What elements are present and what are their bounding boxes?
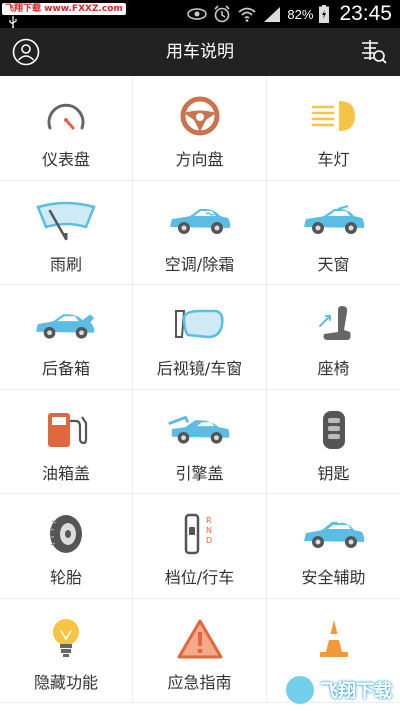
grid-item-label: 档位/行车 bbox=[164, 568, 235, 587]
steering-wheel-icon bbox=[168, 94, 232, 138]
svg-text:R: R bbox=[206, 516, 212, 525]
tire-icon bbox=[34, 512, 98, 556]
grid-item-dashboard[interactable]: 仪表盘 bbox=[0, 76, 133, 181]
fuel-pump-icon bbox=[34, 408, 98, 452]
grid-item-tire[interactable]: 轮胎 bbox=[0, 494, 133, 599]
grid-item-mirror[interactable]: 后视镜/车窗 bbox=[133, 285, 267, 390]
grid-item-trunk[interactable]: 后备箱 bbox=[0, 285, 133, 390]
watermark-bottom-text: 飞翔下载 bbox=[320, 681, 392, 702]
seat-icon bbox=[302, 303, 366, 347]
sunroof-car-icon bbox=[302, 199, 366, 243]
grid-item-emergency[interactable]: 应急指南 bbox=[133, 598, 267, 703]
grid-item-label: 车灯 bbox=[317, 150, 350, 169]
hood-car-icon bbox=[167, 408, 232, 452]
battery-percent: 82% bbox=[287, 6, 314, 22]
grid-item-label: 油箱盖 bbox=[41, 463, 90, 483]
page-title: 用车说明 bbox=[166, 42, 234, 62]
grid-item-label: 钥匙 bbox=[317, 463, 350, 483]
grid-item-ac[interactable]: 空调/除霜 bbox=[133, 180, 267, 285]
grid-item-sunroof[interactable]: 天窗 bbox=[267, 181, 400, 285]
grid-item-label: 天窗 bbox=[317, 254, 350, 274]
grid-item-steering-wheel[interactable]: 方向盘 bbox=[133, 76, 267, 181]
traffic-cone-icon bbox=[302, 617, 366, 661]
header-bar: 用车说明 bbox=[0, 28, 400, 76]
battery-icon bbox=[319, 5, 330, 23]
grid-item-label: 后备箱 bbox=[41, 359, 90, 378]
grid-item-label: 轮胎 bbox=[49, 568, 82, 587]
feature-grid: 仪表盘 方向盘 车灯 雨刷 空调/除霜 天窗 后备箱 后视镜/车窗 座椅 油箱盖… bbox=[0, 76, 400, 711]
speedometer-icon bbox=[34, 94, 98, 138]
eye-icon bbox=[187, 8, 208, 20]
wifi-icon bbox=[238, 7, 256, 22]
grid-item-label: 座椅 bbox=[317, 359, 350, 378]
headlight-icon bbox=[302, 94, 366, 138]
car-key-icon bbox=[302, 408, 366, 452]
lightbulb-icon bbox=[34, 617, 98, 661]
grid-item-label: 仪表盘 bbox=[41, 150, 90, 169]
trunk-car-icon bbox=[34, 303, 98, 347]
grid-item-gear[interactable]: R N D 档位/行车 bbox=[133, 494, 267, 599]
svg-text:N: N bbox=[206, 526, 212, 535]
status-time: 23:45 bbox=[339, 2, 392, 25]
mirror-icon bbox=[168, 303, 232, 347]
grid-item-label: 方向盘 bbox=[175, 150, 224, 169]
watermark-text: 飞翔下载 www.FXXZ.com bbox=[2, 3, 126, 15]
watermark-icon bbox=[284, 674, 316, 706]
status-bar: 飞翔下载 www.FXXZ.com 82% 23:45 bbox=[0, 0, 400, 28]
car-ac-icon bbox=[168, 199, 232, 243]
signal-icon bbox=[264, 7, 281, 22]
warning-triangle-icon bbox=[168, 617, 232, 661]
grid-item-hidden-features[interactable]: 隐藏功能 bbox=[0, 598, 133, 703]
grid-item-label: 空调/除霜 bbox=[164, 254, 235, 274]
grid-item-hood[interactable]: 引擎盖 bbox=[133, 389, 267, 494]
gear-shift-icon: R N D bbox=[168, 512, 232, 556]
grid-item-wiper[interactable]: 雨刷 bbox=[0, 180, 133, 285]
grid-item-lights[interactable]: 车灯 bbox=[267, 76, 400, 181]
watermark-logo: 飞翔下载 bbox=[284, 673, 396, 707]
violation-query-icon[interactable] bbox=[358, 38, 388, 66]
wiper-icon bbox=[34, 199, 98, 243]
grid-item-label: 隐藏功能 bbox=[33, 672, 98, 692]
status-icons: 82% 23:45 bbox=[187, 0, 392, 28]
grid-item-label: 后视镜/车窗 bbox=[156, 359, 243, 378]
usb-icon bbox=[9, 16, 17, 28]
alarm-icon bbox=[214, 5, 230, 23]
safety-car-icon bbox=[302, 512, 366, 556]
grid-item-label: 安全辅助 bbox=[301, 568, 366, 587]
svg-text:D: D bbox=[206, 536, 212, 545]
grid-item-label: 雨刷 bbox=[49, 254, 82, 274]
grid-item-label: 引擎盖 bbox=[175, 463, 224, 483]
grid-item-key[interactable]: 钥匙 bbox=[267, 390, 400, 494]
grid-item-seat[interactable]: 座椅 bbox=[267, 285, 400, 390]
grid-item-safety[interactable]: 安全辅助 bbox=[267, 494, 400, 599]
grid-item-label: 应急指南 bbox=[167, 672, 232, 692]
grid-item-fuel-cap[interactable]: 油箱盖 bbox=[0, 389, 133, 494]
